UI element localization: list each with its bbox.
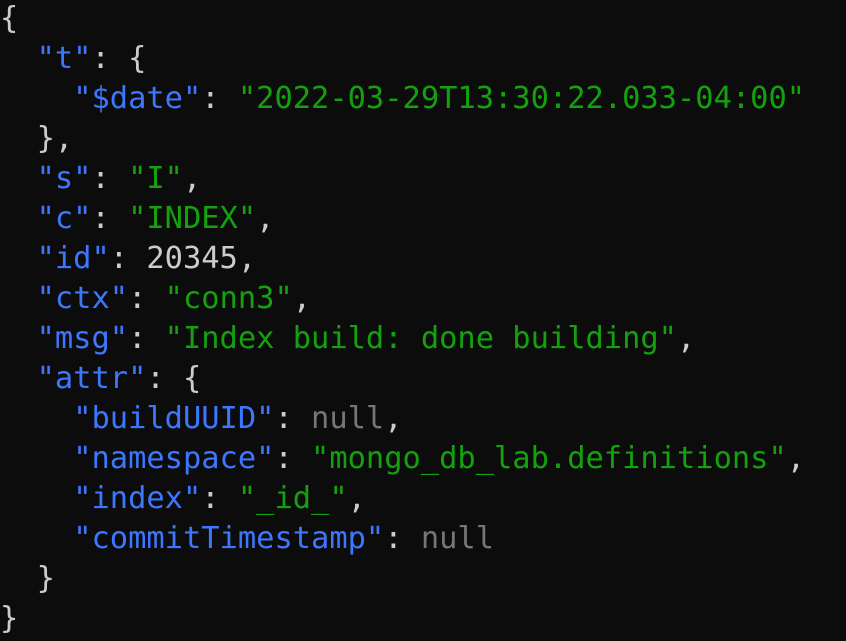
json-punct-token <box>0 521 73 556</box>
json-punct-token <box>0 401 73 436</box>
line-namespace: "namespace": "mongo_db_lab.definitions", <box>0 439 805 479</box>
line-open-brace: { <box>0 0 805 39</box>
json-string-token: "2022-03-29T13:30:22.033-04:00" <box>237 81 806 116</box>
json-punct-token: : { <box>146 361 202 396</box>
line-close-brace: } <box>0 599 805 639</box>
line-t: "t": { <box>0 39 805 79</box>
json-punct-token: : <box>201 481 238 516</box>
line-close-attr: } <box>0 559 805 599</box>
json-punct-token: : <box>201 81 238 116</box>
json-key-token: "s" <box>36 161 92 196</box>
json-punct-token: , <box>384 401 403 436</box>
line-close-t: }, <box>0 119 805 159</box>
json-key-token: "ctx" <box>36 281 129 316</box>
json-punct-token: , <box>292 281 312 316</box>
json-string-token: "_id_" <box>237 481 348 516</box>
json-string-token: "Index build: done building" <box>164 321 677 356</box>
json-key-token: "t" <box>36 41 92 76</box>
json-punct-token <box>0 201 37 236</box>
json-string-token: "conn3" <box>164 281 293 316</box>
json-punct-token: , <box>786 441 806 476</box>
json-null-token: null <box>420 521 495 556</box>
json-punct-token: } <box>0 601 19 636</box>
json-punct-token: : <box>91 161 129 196</box>
line-attr: "attr": { <box>0 359 805 399</box>
json-punct-token: , <box>256 201 275 236</box>
line-ctx: "ctx": "conn3", <box>0 279 805 319</box>
json-punct-token <box>0 481 73 516</box>
json-punct-token: }, <box>0 121 74 156</box>
json-key-token: "id" <box>36 241 110 276</box>
json-key-token: "attr" <box>36 361 147 396</box>
line-builduuid: "buildUUID": null, <box>0 399 805 439</box>
json-punct-token: : <box>91 201 129 236</box>
json-punct-token: : <box>128 321 165 356</box>
json-punct-token <box>0 161 37 196</box>
line-c: "c": "INDEX", <box>0 199 805 239</box>
json-punct-token: , <box>347 481 366 516</box>
json-punct-token: , <box>237 241 257 276</box>
json-punct-token: : { <box>91 41 147 76</box>
json-key-token: "msg" <box>36 321 129 356</box>
json-punct-token <box>0 281 37 316</box>
json-punct-token: , <box>182 161 202 196</box>
json-punct-token: { <box>0 1 19 36</box>
json-punct-token: : <box>274 441 312 476</box>
line-index: "index": "_id_", <box>0 479 805 519</box>
json-string-token: "I" <box>128 161 183 196</box>
json-punct-token: : <box>274 401 312 436</box>
json-string-token: "mongo_db_lab.definitions" <box>311 441 787 476</box>
json-punct-token <box>0 41 37 76</box>
json-punct-token: : <box>384 521 421 556</box>
json-punct-token <box>0 321 37 356</box>
json-null-token: null <box>311 401 385 436</box>
json-string-token: "INDEX" <box>128 201 257 236</box>
json-punct-token: : <box>128 281 165 316</box>
json-key-token: "commitTimestamp" <box>73 521 385 556</box>
json-key-token: "buildUUID" <box>73 401 275 436</box>
json-punct-token <box>0 81 73 116</box>
json-punct-token: : <box>109 241 147 276</box>
line-s: "s": "I", <box>0 159 805 199</box>
line-date: "$date": "2022-03-29T13:30:22.033-04:00" <box>0 79 805 119</box>
json-punct-token <box>0 241 37 276</box>
json-key-token: "index" <box>73 481 202 516</box>
json-punct-token <box>0 361 37 396</box>
json-key-token: "namespace" <box>73 441 275 476</box>
json-code-block: { "t": { "$date": "2022-03-29T13:30:22.0… <box>0 0 805 639</box>
line-id: "id": 20345, <box>0 239 805 279</box>
json-key-token: "c" <box>36 201 92 236</box>
line-committimestamp: "commitTimestamp": null <box>0 519 805 559</box>
json-punct-token <box>0 441 73 476</box>
line-msg: "msg": "Index build: done building", <box>0 319 805 359</box>
json-key-token: "$date" <box>73 81 202 116</box>
json-punct-token: } <box>0 561 55 596</box>
terminal-viewer: { "t": { "$date": "2022-03-29T13:30:22.0… <box>0 0 846 641</box>
json-number-token: 20345 <box>146 241 238 276</box>
json-punct-token: , <box>676 321 696 356</box>
